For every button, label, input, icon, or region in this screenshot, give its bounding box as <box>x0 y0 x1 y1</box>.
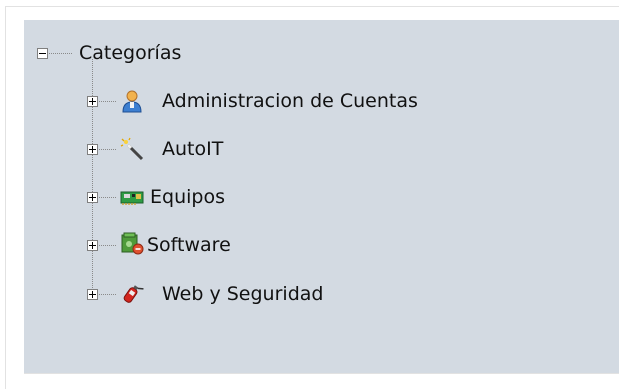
plus-icon-v <box>92 194 93 201</box>
user-account-icon <box>122 90 142 113</box>
tree-connector <box>49 53 73 54</box>
plus-icon-v <box>92 98 93 105</box>
tree-connector <box>99 101 117 102</box>
expand-button[interactable] <box>87 144 98 155</box>
tree-root-label[interactable]: Categorías <box>79 41 181 65</box>
expand-button[interactable] <box>87 240 98 251</box>
plus-icon-v <box>92 242 93 249</box>
software-package-icon <box>121 232 144 255</box>
tree-connector <box>99 294 117 295</box>
tree-item-label[interactable]: Web y Seguridad <box>162 282 323 306</box>
magic-wand-icon <box>120 137 144 161</box>
network-card-icon <box>120 191 144 205</box>
fire-extinguisher-icon <box>123 285 144 303</box>
frame-border-top <box>5 6 619 7</box>
frame-border-bottom <box>24 373 619 374</box>
tree-item-label[interactable]: Software <box>147 233 231 257</box>
plus-icon-v <box>92 291 93 298</box>
tree-item-label[interactable]: Administracion de Cuentas <box>162 89 418 113</box>
plus-icon-v <box>92 146 93 153</box>
expand-button[interactable] <box>87 96 98 107</box>
tree-connector <box>99 149 117 150</box>
expand-button[interactable] <box>87 289 98 300</box>
tree-item-label[interactable]: Equipos <box>150 185 225 209</box>
tree-item-label[interactable]: AutoIT <box>162 137 223 161</box>
tree-connector <box>99 197 117 198</box>
expand-button[interactable] <box>87 192 98 203</box>
frame-border-left <box>5 6 6 389</box>
minus-icon <box>39 53 46 54</box>
tree-guide-line <box>92 59 93 296</box>
collapse-root-button[interactable] <box>37 48 48 59</box>
tree-connector <box>99 245 117 246</box>
